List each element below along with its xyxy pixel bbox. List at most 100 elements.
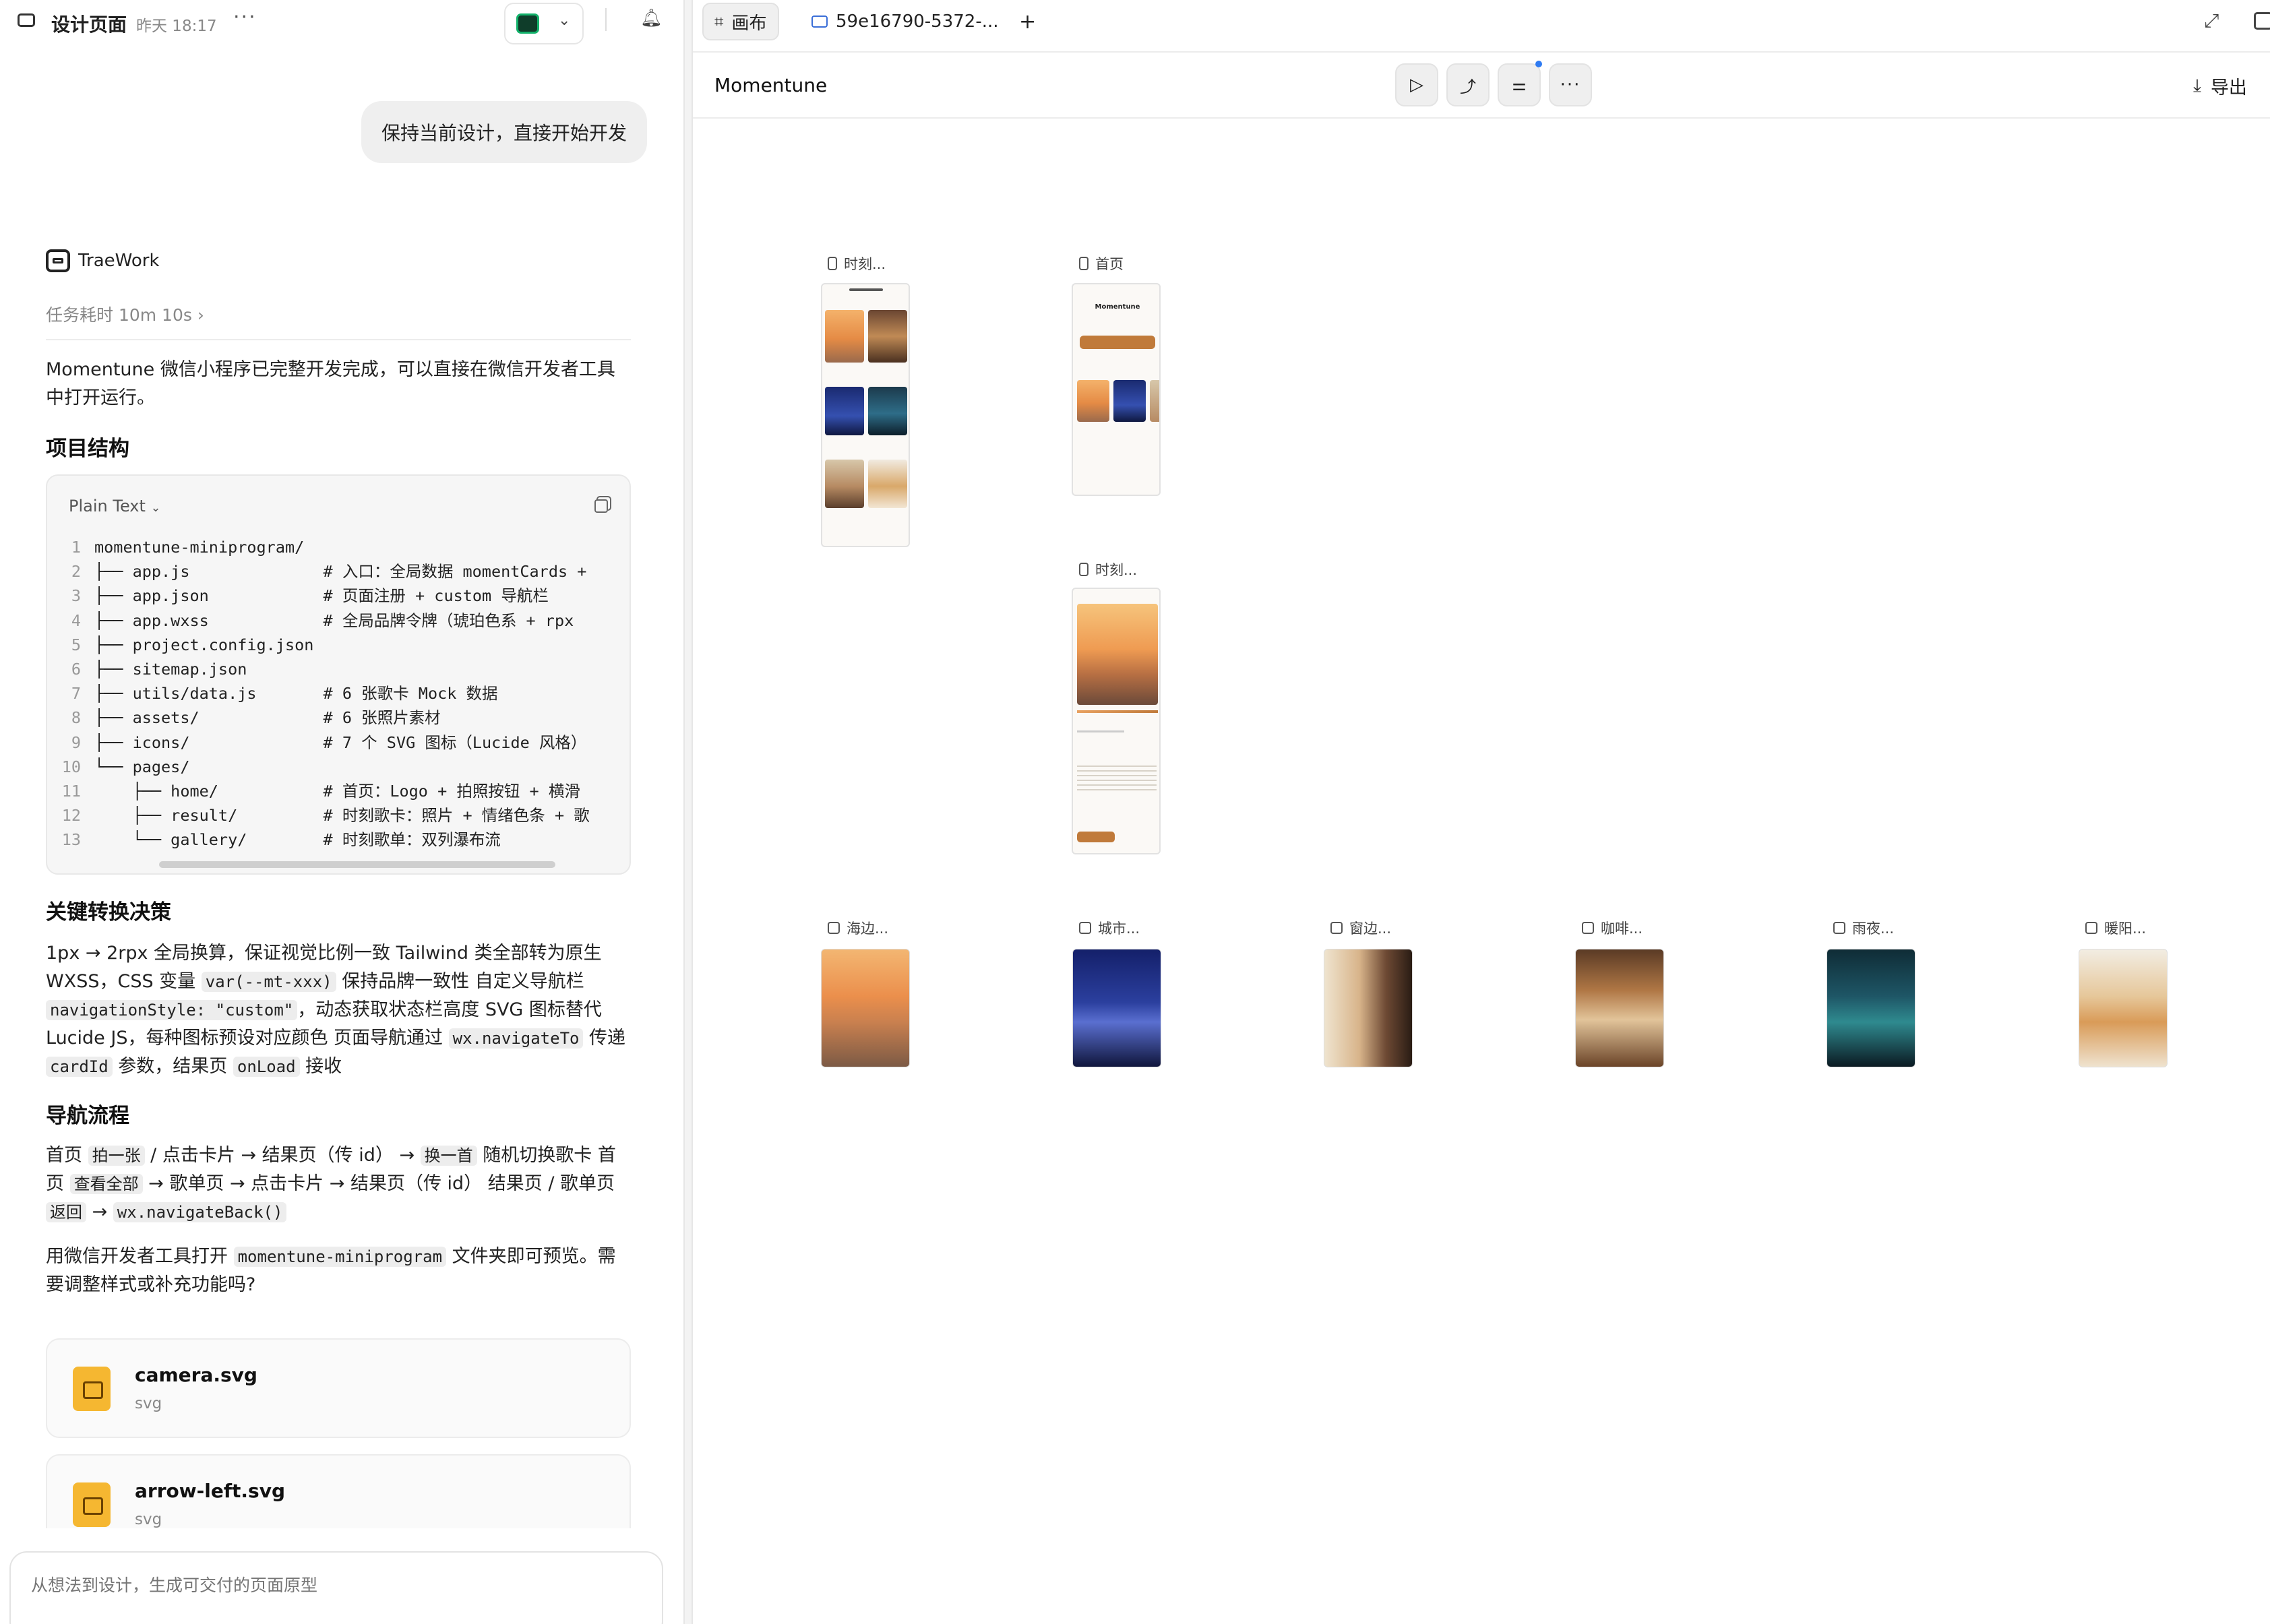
file-name: camera.svg	[135, 1364, 257, 1386]
image-icon	[1833, 922, 1845, 934]
download-icon: ⤓	[2193, 75, 2201, 96]
image-tile-beach[interactable]	[821, 949, 910, 1067]
image-label-coffee[interactable]: 咖啡...	[1582, 918, 1643, 938]
code-line: 10 └── pages/	[47, 755, 613, 779]
agent-name: TraeWork	[78, 251, 160, 271]
image-label-text: 海边...	[847, 920, 889, 937]
image-label-beach[interactable]: 海边...	[828, 918, 888, 938]
expand-icon[interactable]: ⤢	[2204, 9, 2219, 32]
tab-canvas[interactable]: ⌗ 画布	[702, 3, 779, 40]
tab-canvas-label: 画布	[731, 13, 767, 34]
code-line: 2 ├── app.js # 入口：全局数据 momentCards +	[47, 559, 613, 584]
phone-icon	[1079, 563, 1088, 576]
frame-icon: ⌗	[714, 12, 724, 31]
image-tile-sunshine[interactable]	[2079, 949, 2168, 1067]
settings-button[interactable]: ⚌	[1498, 61, 1542, 106]
chat-input[interactable]	[31, 1575, 638, 1595]
image-tile-coffee[interactable]	[1575, 949, 1664, 1067]
code-language-selector[interactable]: Plain Text ⌄	[69, 497, 161, 516]
bell-icon[interactable]: 🔔︎	[640, 8, 663, 28]
add-tab-button[interactable]: +	[1008, 3, 1047, 40]
image-icon	[1079, 922, 1091, 934]
line-number: 12	[61, 806, 81, 825]
frame-result[interactable]	[1072, 588, 1161, 854]
frame-label-gallery[interactable]: 时刻...	[828, 253, 886, 274]
sliders-icon: ⚌	[1512, 75, 1527, 94]
code-line: 11 ├── home/ # 首页：Logo + 拍照按钮 + 横滑	[47, 779, 613, 803]
image-icon	[2085, 922, 2097, 934]
result-text-lines	[1077, 766, 1157, 792]
code-text: ├── home/ # 首页：Logo + 拍照按钮 + 横滑	[94, 781, 580, 801]
code-scrollbar[interactable]	[159, 861, 555, 868]
navigation-text: 首页 拍一张 / 点击卡片 → 结果页（传 id） → 换一首 随机切换歌卡 首…	[46, 1145, 616, 1222]
file-type: svg	[135, 1511, 162, 1528]
section-heading-structure: 项目结构	[46, 437, 129, 461]
model-selector[interactable]: ⌄	[504, 3, 584, 44]
code-text: ├── app.js # 入口：全局数据 momentCards +	[94, 562, 596, 582]
canvas-toolbar: Momentune ▷ ⤴ ⚌ ··· ⤓ 导出	[693, 54, 2270, 119]
line-number: 7	[71, 684, 81, 704]
frame-home[interactable]: Momentune	[1072, 283, 1161, 496]
task-duration-link[interactable]: 任务耗时 10m 10s ›	[46, 302, 204, 326]
file-name: arrow-left.svg	[135, 1480, 285, 1502]
line-number: 8	[71, 708, 81, 728]
play-button[interactable]: ▷	[1395, 63, 1438, 106]
line-number: 1	[71, 538, 81, 557]
more-options-button[interactable]: ···	[1549, 63, 1592, 106]
code-line: 13 └── gallery/ # 时刻歌单：双列瀑布流	[47, 827, 613, 852]
line-number: 9	[71, 732, 81, 752]
image-label-sunshine[interactable]: 暖阳...	[2085, 918, 2146, 938]
home-logo: Momentune	[1095, 303, 1140, 311]
gallery-photo-city	[825, 387, 864, 435]
home-capture-button	[1080, 336, 1155, 349]
code-text: ├── sitemap.json	[94, 659, 247, 679]
gallery-photo-window	[825, 460, 864, 508]
frame-label-text: 首页	[1095, 256, 1124, 272]
more-icon[interactable]: ···	[233, 5, 257, 29]
file-card-clip: arrow-left.svg svg	[0, 1454, 682, 1528]
gallery-photo-puppy	[868, 460, 907, 508]
sidebar-toggle-icon[interactable]	[2254, 12, 2270, 30]
export-button[interactable]: ⤓ 导出	[2193, 73, 2247, 99]
line-number: 13	[61, 830, 81, 850]
header-divider	[605, 8, 607, 31]
code-text: ├── assets/ # 6 张照片素材	[94, 708, 441, 728]
frame-label-result[interactable]: 时刻...	[1079, 559, 1137, 580]
image-label-city[interactable]: 城市...	[1079, 918, 1140, 938]
gallery-photo-beach	[825, 310, 864, 363]
image-file-icon	[73, 1367, 111, 1411]
image-tile-window[interactable]	[1324, 949, 1413, 1067]
user-message: 保持当前设计，直接开始开发	[361, 101, 647, 163]
line-number: 2	[71, 562, 81, 582]
code-block: Plain Text ⌄ 1 momentune-miniprogram/2 ├──…	[46, 474, 631, 875]
project-name: Momentune	[714, 74, 828, 96]
gallery-photo-cafe	[868, 310, 907, 363]
frame-label-home[interactable]: 首页	[1079, 253, 1124, 274]
copy-icon[interactable]	[594, 499, 608, 513]
frame-label-text: 时刻...	[844, 256, 886, 272]
file-type: svg	[135, 1395, 162, 1412]
image-tile-city[interactable]	[1072, 949, 1161, 1067]
result-photo	[1077, 604, 1158, 705]
image-label-window[interactable]: 窗边...	[1330, 918, 1391, 938]
result-action-button	[1077, 832, 1115, 842]
line-number: 6	[71, 659, 81, 679]
frame-label-text: 时刻...	[1095, 562, 1138, 578]
image-label-text: 城市...	[1098, 920, 1140, 937]
frame-gallery[interactable]	[821, 283, 910, 547]
file-card-arrow-left[interactable]: arrow-left.svg svg	[46, 1454, 631, 1528]
panel-resize-handle[interactable]	[683, 0, 693, 1624]
canvas-panel: ⌗ 画布 59e16790-5372-... + ⤢ Momentune ▷ ⤴…	[693, 0, 2270, 1624]
chat-icon[interactable]	[18, 13, 35, 27]
composer	[9, 1551, 663, 1624]
file-card-camera[interactable]: camera.svg svg	[46, 1338, 631, 1438]
home-photo-partial	[1150, 380, 1159, 422]
chat-panel: 设计页面 昨天 18:17 ··· ⌄ 🔔︎ 保持当前设计，直接开始开发 Tra…	[0, 0, 682, 1624]
export-label: 导出	[2210, 77, 2247, 98]
tab-file[interactable]: 59e16790-5372-...	[801, 3, 1010, 40]
file-tab-icon	[811, 15, 828, 28]
code-text: └── pages/	[94, 757, 190, 776]
image-tile-rain[interactable]	[1827, 949, 1915, 1067]
image-label-rain[interactable]: 雨夜...	[1833, 918, 1894, 938]
connect-button[interactable]: ⤴	[1446, 63, 1490, 106]
